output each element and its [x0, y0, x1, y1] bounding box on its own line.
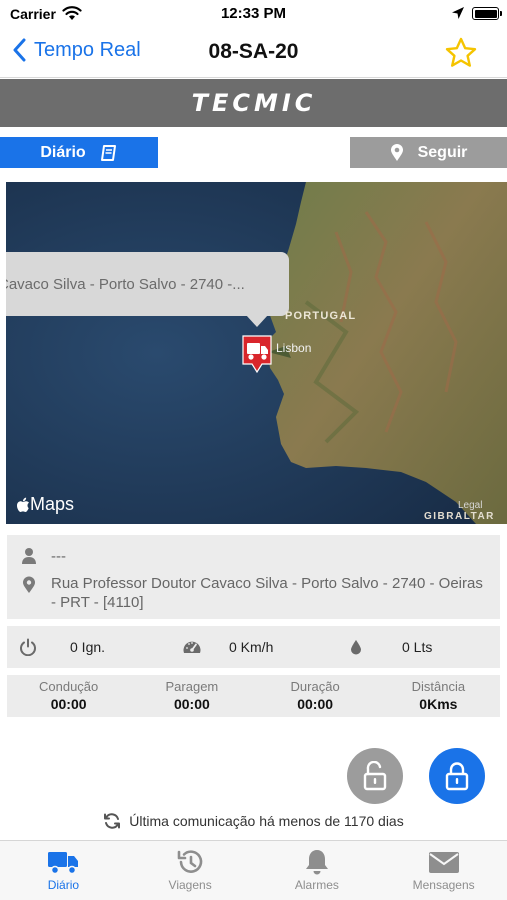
- brand-logo: TECMIC: [191, 89, 316, 117]
- callout-text: Cavaco Silva - Porto Salvo - 2740 -...: [6, 275, 245, 293]
- favorite-star-icon[interactable]: [444, 36, 478, 70]
- trip-times-card: Condução 00:00 Paragem 00:00 Duração 00:…: [7, 675, 500, 717]
- vehicle-stats-card: 0 Ign. 0 Km/h 0 Lts: [7, 626, 500, 668]
- unlock-button[interactable]: [347, 748, 403, 804]
- refresh-icon[interactable]: [103, 812, 121, 830]
- tab-viagens[interactable]: Viagens: [127, 841, 254, 900]
- truck-icon: [48, 852, 79, 875]
- location-arrow-icon: [452, 7, 464, 19]
- times-conducao: Condução 00:00: [7, 675, 130, 717]
- back-button[interactable]: Tempo Real: [12, 38, 141, 62]
- address-row: Rua Professor Doutor Cavaco Silva - Port…: [21, 574, 491, 612]
- speed-value: 0 Km/h: [229, 639, 274, 655]
- fuel-stat: 0 Lts: [350, 626, 432, 668]
- times-value: 00:00: [50, 696, 87, 712]
- tab-label: Viagens: [168, 878, 212, 892]
- diario-button-label: Diário: [40, 143, 86, 161]
- apple-maps-logo: Maps: [16, 494, 74, 515]
- maps-logo-text: Maps: [30, 494, 75, 514]
- tab-label: Mensagens: [412, 878, 475, 892]
- person-icon: [22, 548, 36, 564]
- seguir-button[interactable]: Seguir: [350, 137, 507, 168]
- speed-stat: 0 Km/h: [182, 626, 273, 668]
- tab-alarmes[interactable]: Alarmes: [254, 841, 381, 900]
- times-label: Duração: [290, 679, 340, 694]
- times-duracao: Duração 00:00: [254, 675, 377, 717]
- driver-row: ---: [21, 547, 66, 566]
- times-paragem: Paragem 00:00: [130, 675, 253, 717]
- clock: 12:33 PM: [220, 5, 287, 22]
- battery-icon: [472, 7, 502, 20]
- tab-label: Diário: [47, 878, 80, 892]
- fuel-value: 0 Lts: [402, 639, 433, 655]
- book-icon: [100, 144, 116, 161]
- chevron-left-icon: [13, 38, 26, 62]
- vehicle-info-card: --- Rua Professor Doutor Cavaco Silva - …: [7, 535, 500, 619]
- last-communication-text: Última comunicação há menos de 1170 dias: [129, 813, 404, 829]
- apple-icon: [17, 497, 29, 512]
- svg-text:TECMIC: TECMIC: [191, 89, 316, 117]
- envelope-icon: [428, 852, 459, 873]
- lock-icon: [445, 762, 469, 791]
- map-label-gibraltar: GIBRALTAR: [424, 511, 495, 522]
- tab-mensagens[interactable]: Mensagens: [380, 841, 507, 900]
- action-row: Diário Seguir: [0, 127, 507, 177]
- times-label: Distância: [411, 679, 466, 694]
- back-label: Tempo Real: [34, 38, 141, 61]
- seguir-button-label: Seguir: [417, 143, 468, 161]
- truck-marker-icon[interactable]: [241, 334, 273, 374]
- app-screen: Carrier 12:33 PM Tempo Real 08-SA-20 TEC…: [0, 0, 507, 900]
- tab-diario[interactable]: Diário: [0, 841, 127, 900]
- fuel-drop-icon: [351, 640, 361, 655]
- map-pin-icon: [23, 576, 35, 593]
- times-distancia: Distância 0Kms: [377, 675, 500, 717]
- bell-icon: [305, 850, 328, 875]
- unlock-icon: [363, 761, 387, 791]
- map-legal-link[interactable]: Legal: [458, 500, 482, 511]
- location-callout[interactable]: Cavaco Silva - Porto Salvo - 2740 -...: [6, 252, 289, 316]
- vehicle-address: Rua Professor Doutor Cavaco Silva - Port…: [51, 575, 483, 611]
- times-value: 0Kms: [419, 696, 458, 712]
- times-label: Paragem: [165, 679, 219, 694]
- map-label-country: PORTUGAL: [285, 310, 357, 322]
- history-icon: [177, 850, 203, 873]
- map-pin-icon: [390, 143, 403, 161]
- navigation-bar: Tempo Real 08-SA-20: [0, 28, 507, 78]
- speedometer-icon: [183, 641, 201, 653]
- ignition-value: 0 Ign.: [70, 639, 106, 655]
- callout-tail: [246, 315, 268, 327]
- status-bar: Carrier 12:33 PM: [0, 0, 507, 28]
- times-value: 00:00: [297, 696, 334, 712]
- diario-button[interactable]: Diário: [0, 137, 158, 168]
- brand-banner: TECMIC: [0, 79, 507, 127]
- map-label-city: Lisbon: [276, 341, 312, 355]
- last-communication: Última comunicação há menos de 1170 dias: [0, 812, 507, 830]
- times-label: Condução: [38, 679, 99, 694]
- times-value: 00:00: [173, 696, 210, 712]
- tab-label: Alarmes: [294, 878, 339, 892]
- map-view[interactable]: Cavaco Silva - Porto Salvo - 2740 -... P…: [6, 182, 507, 524]
- driver-name: ---: [51, 548, 66, 565]
- lock-button[interactable]: [429, 748, 485, 804]
- tab-bar: Diário Viagens Alarmes Mensagens: [0, 840, 507, 900]
- power-icon: [20, 638, 36, 656]
- ignition-stat: 0 Ign.: [19, 626, 105, 668]
